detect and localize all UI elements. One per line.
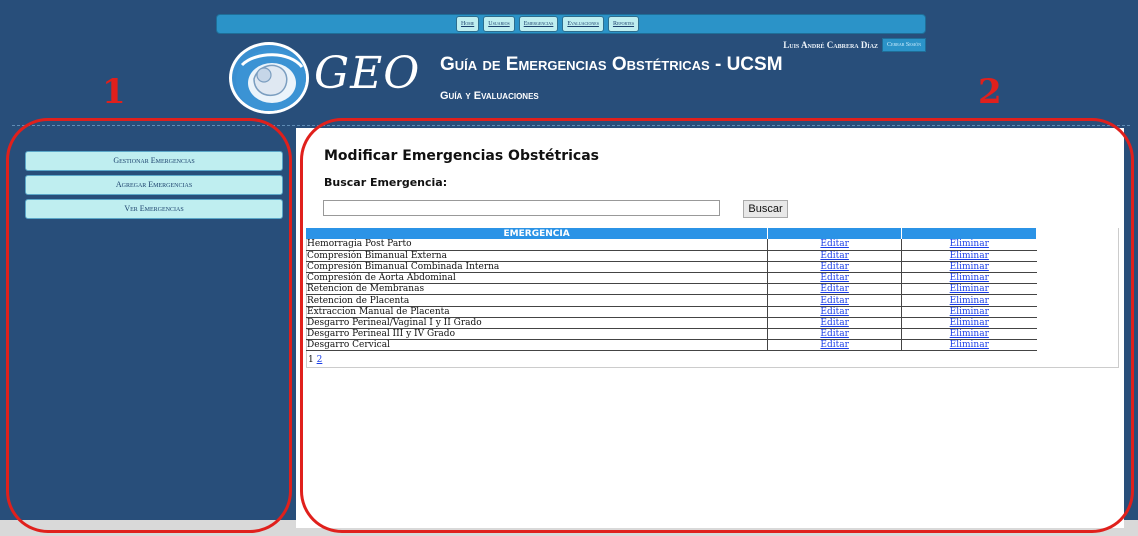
delete-link[interactable]: Eliminar: [950, 262, 989, 272]
user-name: Luis André Cabrera Díaz: [783, 40, 879, 50]
page-link-2[interactable]: 2: [317, 355, 323, 365]
nav-usuarios[interactable]: Usuarios: [483, 16, 515, 32]
emergency-name: Extraccion Manual de Placenta: [306, 306, 769, 318]
emergencies-table: EMERGENCIA Hemorragia Post Parto Editar …: [306, 228, 1037, 352]
logout-button[interactable]: Cerrar Sesión: [882, 38, 926, 52]
edit-link[interactable]: Editar: [820, 296, 849, 306]
table-row: Compresión Bimanual Combinada Interna Ed…: [306, 261, 1037, 274]
column-header-emergencia: EMERGENCIA: [306, 228, 769, 239]
table-row: Compresión de Aorta Abdominal Editar Eli…: [306, 272, 1037, 285]
sidebar-item-agregar[interactable]: Agregar Emergencias: [25, 175, 283, 195]
edit-link[interactable]: Editar: [820, 318, 849, 328]
edit-link[interactable]: Editar: [820, 307, 849, 317]
table-row: Desgarro Cervical Editar Eliminar: [306, 339, 1037, 352]
sidebar-item-gestionar[interactable]: Gestionar Emergencias: [25, 151, 283, 171]
annotation-marker-2: 2: [978, 72, 1002, 112]
delete-link[interactable]: Eliminar: [950, 239, 989, 249]
table-row: Retencion de Membranas Editar Eliminar: [306, 283, 1037, 296]
site-subtitle: Guía y Evaluaciones: [440, 90, 539, 102]
emergency-name: Retencion de Membranas: [306, 283, 769, 296]
delete-link[interactable]: Eliminar: [950, 329, 989, 339]
edit-link[interactable]: Editar: [820, 251, 849, 261]
page-current: 1: [308, 355, 314, 365]
emergency-name: Compresión Bimanual Externa: [306, 250, 769, 262]
edit-link[interactable]: Editar: [820, 239, 849, 249]
table-row: Hemorragia Post Parto Editar Eliminar: [306, 239, 1037, 251]
page-title: Modificar Emergencias Obstétricas: [324, 148, 599, 164]
header-divider: [12, 125, 1130, 126]
logo-icon: [229, 42, 309, 114]
search-input[interactable]: [323, 200, 720, 216]
logo-text: GEO: [314, 48, 421, 99]
site-title: Guía de Emergencias Obstétricas - UCSM: [440, 54, 783, 75]
nav-emergencias[interactable]: Emergencias: [518, 16, 559, 32]
edit-link[interactable]: Editar: [820, 273, 849, 283]
emergency-name: Desgarro Perineal/Vaginal I y II Grado: [306, 317, 769, 330]
delete-link[interactable]: Eliminar: [950, 318, 989, 328]
emergency-name: Desgarro Perineal III y IV Grado: [306, 328, 769, 341]
delete-link[interactable]: Eliminar: [950, 340, 989, 350]
user-bar: Luis André Cabrera Díaz Cerrar Sesión: [783, 38, 926, 52]
nav-reportes[interactable]: Reportes: [607, 16, 640, 32]
emergency-name: Compresión Bimanual Combinada Interna: [306, 261, 769, 274]
column-header-edit: [767, 228, 903, 239]
emergency-name: Retencion de Placenta: [306, 294, 769, 307]
emergency-name: Hemorragia Post Parto: [306, 239, 769, 251]
emergency-name: Desgarro Cervical: [306, 339, 769, 352]
delete-link[interactable]: Eliminar: [950, 284, 989, 294]
table-row: Desgarro Perineal III y IV Grado Editar …: [306, 328, 1037, 341]
content-panel: Modificar Emergencias Obstétricas Buscar…: [296, 128, 1124, 528]
table-row: Extraccion Manual de Placenta Editar Eli…: [306, 306, 1037, 318]
edit-link[interactable]: Editar: [820, 262, 849, 272]
table-row: Desgarro Perineal/Vaginal I y II Grado E…: [306, 317, 1037, 330]
edit-link[interactable]: Editar: [820, 329, 849, 339]
edit-link[interactable]: Editar: [820, 284, 849, 294]
table-row: Compresión Bimanual Externa Editar Elimi…: [306, 250, 1037, 262]
nav-evaluaciones[interactable]: Evaluaciones: [562, 16, 604, 32]
sidebar-item-ver[interactable]: Ver Emergencias: [25, 199, 283, 219]
delete-link[interactable]: Eliminar: [950, 307, 989, 317]
delete-link[interactable]: Eliminar: [950, 251, 989, 261]
nav-home[interactable]: Home: [456, 16, 480, 32]
table-row: Retencion de Placenta Editar Eliminar: [306, 294, 1037, 307]
pagination: 1 2: [308, 355, 322, 365]
search-label: Buscar Emergencia:: [324, 176, 448, 189]
search-button[interactable]: Buscar: [743, 200, 788, 218]
main-nav: Home Usuarios Emergencias Evaluaciones R…: [456, 16, 640, 32]
column-header-delete: [901, 228, 1037, 239]
delete-link[interactable]: Eliminar: [950, 296, 989, 306]
emergency-name: Compresión de Aorta Abdominal: [306, 272, 769, 285]
delete-link[interactable]: Eliminar: [950, 273, 989, 283]
annotation-marker-1: 1: [102, 72, 126, 112]
edit-link[interactable]: Editar: [820, 340, 849, 350]
table-header-row: EMERGENCIA: [306, 228, 1037, 239]
